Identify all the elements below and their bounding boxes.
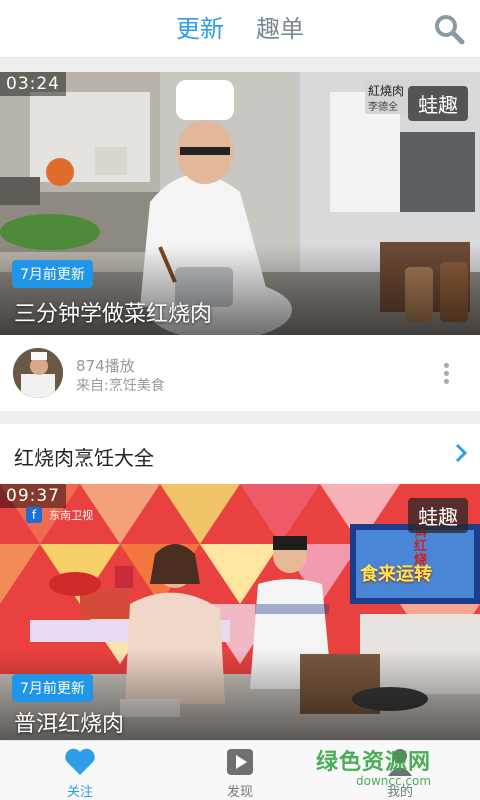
- tab-fun-lists[interactable]: 趣单: [256, 14, 304, 44]
- video-card[interactable]: 洱红烧肉 食来运转 09:37 f 东南卫视 蛙趣 7月前更新 普洱红烧肉: [0, 484, 480, 740]
- top-tab-bar: 更新 趣单: [0, 0, 480, 58]
- nav-follow-label: 关注: [66, 785, 93, 800]
- video-info-row: 874播放 来自:烹饪美食: [0, 335, 480, 411]
- section-title: 红烧肉烹饪大全: [14, 446, 154, 470]
- video-title[interactable]: 三分钟学做菜红烧肉: [14, 296, 212, 328]
- site-watermark: 绿色资源网 downcc.com: [316, 744, 476, 796]
- channel-name: 东南卫视: [49, 509, 94, 522]
- channel-f-icon: f: [26, 507, 42, 523]
- nav-follow[interactable]: 关注: [30, 741, 130, 800]
- video-duration: 03:24: [0, 72, 66, 96]
- overlay-subcaption: 李德全: [368, 102, 398, 113]
- video-title[interactable]: 普洱红烧肉: [14, 706, 124, 738]
- tv-screen-main-text: 食来运转: [360, 564, 432, 585]
- divider: [0, 58, 480, 72]
- avatar[interactable]: [13, 348, 63, 398]
- overlay-caption: 紅燒肉: [368, 84, 405, 98]
- nav-discover[interactable]: 发现: [190, 741, 290, 800]
- tab-updates[interactable]: 更新: [176, 14, 224, 44]
- watermark-title: 绿色资源网: [316, 750, 432, 775]
- avatar-image: [13, 348, 63, 398]
- chevron-right-icon: [455, 443, 468, 463]
- channel-logo: f 东南卫视: [26, 504, 94, 523]
- brand-badge: 蛙趣: [408, 498, 468, 533]
- search-icon: [435, 15, 465, 45]
- video-card[interactable]: 紅燒肉 李德全 03:24 蛙趣 7月前更新 三分钟学做菜红烧肉: [0, 72, 480, 335]
- divider: [0, 411, 480, 424]
- update-badge: 7月前更新: [12, 674, 93, 702]
- play-icon: [227, 749, 253, 775]
- more-vertical-icon: [436, 363, 456, 384]
- play-count: 874播放: [76, 357, 135, 375]
- nav-discover-label: 发现: [226, 785, 253, 800]
- watermark-url: downcc.com: [356, 774, 432, 788]
- heart-icon: [65, 748, 95, 775]
- update-badge: 7月前更新: [12, 260, 93, 288]
- brand-badge: 蛙趣: [408, 86, 468, 121]
- source-label: 来自:烹饪美食: [76, 378, 165, 394]
- section-header[interactable]: 红烧肉烹饪大全: [0, 424, 480, 484]
- more-button[interactable]: [436, 360, 456, 390]
- search-button[interactable]: [432, 12, 466, 46]
